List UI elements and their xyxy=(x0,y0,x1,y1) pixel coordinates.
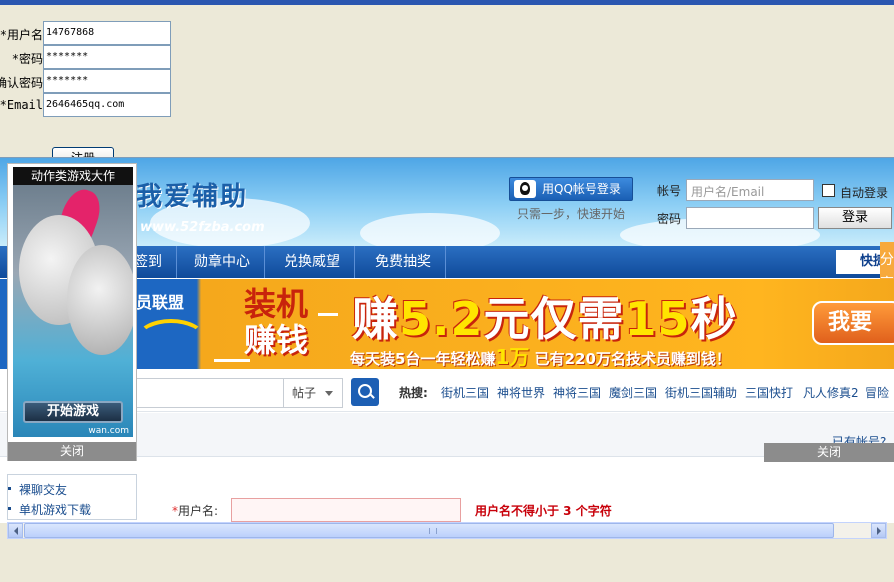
banner-sub-pre: 每天装5台一年轻松赚 xyxy=(350,350,496,368)
email-row: *Email 2646465qq.com xyxy=(0,93,180,117)
hot-link[interactable]: 神将世界 xyxy=(497,384,545,401)
nav-item-lottery[interactable]: 免费抽奖 xyxy=(361,246,446,278)
banner-underline xyxy=(318,313,338,316)
account-input[interactable]: 用户名/Email xyxy=(686,179,814,201)
confirm-password-row: 确认密码 ******* xyxy=(0,69,180,93)
site-logo-url: www.52fzba.com xyxy=(140,220,265,235)
banner-cta-button[interactable]: 我要 xyxy=(812,301,894,345)
window-top-border xyxy=(0,0,894,5)
scroll-left-icon[interactable] xyxy=(8,523,23,538)
banner-left-text: 员联盟 xyxy=(136,293,185,312)
site-logo[interactable]: 我爱辅助 xyxy=(136,176,248,213)
search-icon[interactable] xyxy=(351,378,379,406)
login-button[interactable]: 登录 xyxy=(818,207,892,229)
ad-close-button[interactable]: 关闭 xyxy=(8,442,136,461)
site-password-input[interactable] xyxy=(686,207,814,229)
banner-sub-post: 已有220万名技术员赚到钱！ xyxy=(534,350,731,368)
banner-underline xyxy=(214,359,250,362)
banner-headline-mid: 元仅需 xyxy=(483,292,625,346)
banner-swirl-decoration xyxy=(136,319,206,359)
confirm-password-label: 确认密码 xyxy=(0,76,43,90)
horizontal-scrollbar[interactable] xyxy=(7,522,887,539)
floating-game-ad: 动作类游戏大作 开始游戏 wan.com 关闭 xyxy=(7,163,137,461)
banner-headline-seconds: 15 xyxy=(624,292,691,346)
side-links-box: 裸聊交友 单机游戏下载 xyxy=(7,474,137,520)
banner-line2: 赚钱 xyxy=(244,321,309,359)
password-label: *密码 xyxy=(11,52,43,66)
scroll-right-icon[interactable] xyxy=(871,523,886,538)
qq-login-subtitle: 只需一步，快速开始 xyxy=(517,207,626,221)
ad-play-button[interactable]: 开始游戏 xyxy=(23,401,123,423)
banner-headline-post: 秒 xyxy=(690,292,738,346)
banner-line1: 装机 xyxy=(244,285,309,323)
username-row: *用户名 14767868 xyxy=(0,21,180,45)
side-link-chat[interactable]: 裸聊交友 xyxy=(7,481,67,498)
ad-url: wan.com xyxy=(88,426,129,436)
scrollbar-thumb[interactable] xyxy=(24,523,834,538)
qq-login-label: 用QQ帐号登录 xyxy=(542,182,621,196)
qq-penguin-icon xyxy=(514,180,536,198)
hot-link[interactable]: 凡人修真2 xyxy=(803,384,859,401)
hot-search-label: 热搜: xyxy=(399,386,428,400)
banner-headline-amount: 5.2 xyxy=(399,292,484,346)
banner-sub-amount: 1万 xyxy=(495,345,530,369)
banner-headline-pre: 赚 xyxy=(352,292,399,346)
ad-image[interactable]: 开始游戏 wan.com xyxy=(13,185,133,437)
qq-login-button[interactable]: 用QQ帐号登录 xyxy=(509,177,633,201)
password-row: *密码 ******* xyxy=(0,45,180,69)
nav-item-exchange[interactable]: 兑换威望 xyxy=(270,246,355,278)
right-ad-close-button[interactable]: 关闭 xyxy=(764,443,894,462)
hot-link[interactable]: 魔剑三国 xyxy=(609,384,657,401)
hot-link[interactable]: 街机三国辅助 xyxy=(665,384,737,401)
site-username-input[interactable] xyxy=(231,498,461,522)
banner-headline: 赚5.2元仅需15秒 xyxy=(352,283,738,349)
auto-login-label: 自动登录 xyxy=(840,186,889,200)
grip-icon xyxy=(429,528,437,534)
username-error-message: 用户名不得小于 3 个字符 xyxy=(475,504,612,518)
username-input[interactable]: 14767868 xyxy=(43,21,171,45)
confirm-password-input[interactable]: ******* xyxy=(43,69,171,93)
email-label: *Email xyxy=(0,98,43,112)
ad-title: 动作类游戏大作 xyxy=(13,167,133,185)
site-password-label: 密码 xyxy=(657,212,682,226)
username-field-label-text: 用户名: xyxy=(178,504,219,518)
hot-link[interactable]: 冒险 xyxy=(865,384,889,401)
ad-art-decoration xyxy=(67,245,133,355)
hot-link[interactable]: 街机三国 xyxy=(441,384,489,401)
hot-link[interactable]: 神将三国 xyxy=(553,384,601,401)
email-input[interactable]: 2646465qq.com xyxy=(43,93,171,117)
username-label: *用户名 xyxy=(0,28,43,42)
banner-subline: 每天装5台一年轻松赚1万 已有220万名技术员赚到钱！ xyxy=(350,341,731,369)
search-scope-select[interactable]: 帖子 xyxy=(283,378,343,408)
search-input[interactable] xyxy=(135,378,283,408)
side-link-games[interactable]: 单机游戏下载 xyxy=(7,501,91,518)
nav-item-medals[interactable]: 勋章中心 xyxy=(180,246,265,278)
password-input[interactable]: ******* xyxy=(43,45,171,69)
hot-link[interactable]: 三国快打 xyxy=(745,384,793,401)
account-label: 帐号 xyxy=(657,184,682,198)
username-field-label: *用户名: xyxy=(172,502,218,519)
auto-login-checkbox[interactable] xyxy=(822,184,835,197)
